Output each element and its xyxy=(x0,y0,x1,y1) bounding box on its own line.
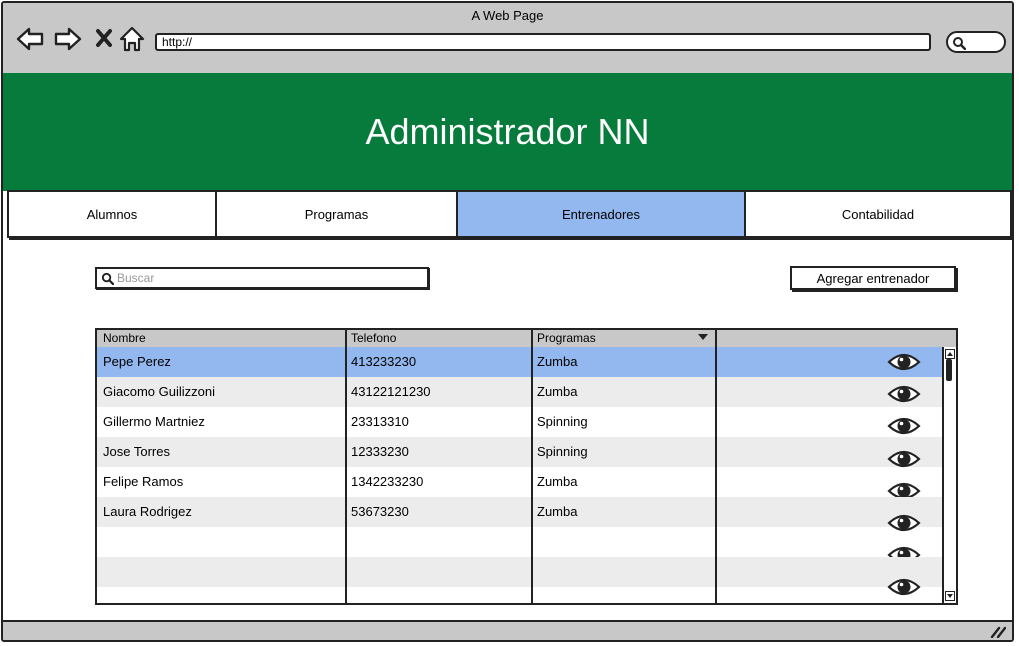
search-input[interactable] xyxy=(117,269,423,287)
tab-bar: Alumnos Programas Entrenadores Contabili… xyxy=(7,190,1012,238)
cell-programa xyxy=(531,527,715,557)
cell-telefono: 12333230 xyxy=(351,444,409,459)
window-title: A Web Page xyxy=(471,8,544,23)
browser-window: A Web Page http:// Administrador NN Alum… xyxy=(1,1,1014,642)
cell-telefono xyxy=(345,557,531,587)
cell-nombre xyxy=(97,527,345,557)
cell-nombre: Gillermo Martniez xyxy=(103,414,205,429)
tab-programas[interactable]: Programas xyxy=(217,192,458,236)
column-divider xyxy=(531,330,533,603)
column-header-programas[interactable]: Programas xyxy=(531,330,715,347)
column-divider xyxy=(715,330,717,603)
column-divider xyxy=(345,330,347,603)
cell-programa: Zumba xyxy=(537,354,578,369)
status-bar xyxy=(3,620,1012,640)
scroll-up-icon[interactable] xyxy=(945,349,955,359)
browser-toolbar: A Web Page http:// xyxy=(3,3,1012,75)
table-row[interactable]: Felipe Ramos 1342233230 Zumba xyxy=(97,467,942,500)
back-icon[interactable] xyxy=(16,25,44,53)
cell-programa: Spinning xyxy=(537,444,588,459)
tab-alumnos[interactable]: Alumnos xyxy=(9,192,217,236)
browser-search-button[interactable] xyxy=(946,31,1006,53)
table-row[interactable]: Laura Rodrigez 53673230 Zumba xyxy=(97,497,942,532)
address-bar[interactable]: http:// xyxy=(155,33,931,51)
tab-entrenadores[interactable]: Entrenadores xyxy=(458,192,746,236)
column-header-telefono[interactable]: Telefono xyxy=(345,330,531,347)
table-row[interactable]: Gillermo Martniez 23313310 Spinning xyxy=(97,407,942,437)
cell-nombre xyxy=(97,587,345,603)
search-icon xyxy=(953,37,966,50)
forward-icon[interactable] xyxy=(54,25,82,53)
cell-programa xyxy=(531,587,715,603)
table-row[interactable]: Pepe Perez 413233230 Zumba xyxy=(97,347,942,377)
cell-telefono xyxy=(345,527,531,557)
table-row[interactable] xyxy=(97,527,942,564)
scrollbar-thumb[interactable] xyxy=(946,359,952,381)
column-header-actions xyxy=(715,330,942,347)
column-header-nombre[interactable]: Nombre xyxy=(97,330,345,347)
cell-programa: Zumba xyxy=(537,474,578,489)
cell-nombre: Jose Torres xyxy=(103,444,170,459)
cell-telefono: 413233230 xyxy=(351,354,417,369)
app-header: Administrador NN xyxy=(3,73,1012,191)
home-icon[interactable] xyxy=(118,25,146,53)
resize-grip-icon[interactable] xyxy=(990,626,1006,638)
tab-contabilidad[interactable]: Contabilidad xyxy=(746,192,1010,236)
table-row[interactable] xyxy=(97,587,942,603)
sort-dropdown-icon[interactable] xyxy=(698,334,708,340)
cell-nombre: Pepe Perez xyxy=(103,354,171,369)
search-field xyxy=(95,267,429,289)
cell-telefono: 1342233230 xyxy=(351,474,424,489)
cell-telefono: 23313310 xyxy=(351,414,409,429)
cell-programa xyxy=(531,557,715,587)
eye-icon[interactable] xyxy=(887,350,921,374)
close-icon[interactable] xyxy=(91,25,119,53)
table-header: Nombre Telefono Programas xyxy=(97,330,956,348)
cell-programa: Zumba xyxy=(537,384,578,399)
scroll-down-icon[interactable] xyxy=(945,591,955,601)
cell-telefono: 53673230 xyxy=(351,504,409,519)
eye-icon[interactable] xyxy=(887,414,921,438)
cell-nombre: Laura Rodrigez xyxy=(103,504,192,519)
table-row[interactable] xyxy=(97,557,942,596)
table-row[interactable]: Jose Torres 12333230 Spinning xyxy=(97,437,942,468)
page-title: Administrador NN xyxy=(365,111,650,152)
add-trainer-button[interactable]: Agregar entrenador xyxy=(790,266,956,290)
cell-nombre: Giacomo Guilizzoni xyxy=(103,384,215,399)
cell-nombre xyxy=(97,557,345,587)
trainers-table: Nombre Telefono Programas Pepe Perez 4132… xyxy=(95,328,958,605)
cell-programa: Zumba xyxy=(537,504,578,519)
eye-icon[interactable] xyxy=(887,382,921,406)
cell-telefono: 43122121230 xyxy=(351,384,431,399)
search-icon xyxy=(101,272,114,285)
table-row[interactable]: Giacomo Guilizzoni 43122121230 Zumba xyxy=(97,377,942,407)
table-scrollbar[interactable] xyxy=(942,347,956,603)
cell-nombre: Felipe Ramos xyxy=(103,474,184,489)
cell-telefono xyxy=(345,587,531,603)
cell-programa: Spinning xyxy=(537,414,588,429)
